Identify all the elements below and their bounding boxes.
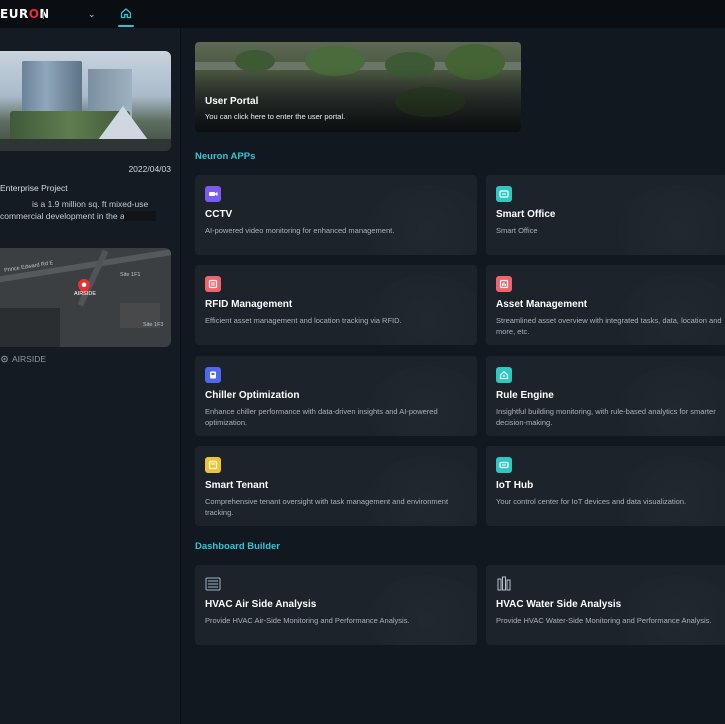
site-selector-value bbox=[48, 9, 86, 19]
user-portal-card[interactable]: User Portal You can click here to enter … bbox=[195, 42, 521, 132]
home-icon bbox=[120, 8, 132, 19]
app-description: Enhance chiller performance with data-dr… bbox=[205, 407, 438, 427]
rfid-icon bbox=[205, 276, 221, 292]
app-title: Rule Engine bbox=[496, 390, 554, 401]
site-selector[interactable]: ⌄ bbox=[48, 6, 100, 22]
app-card-chiller-optimization[interactable]: Chiller Optimization Enhance chiller per… bbox=[195, 356, 477, 436]
iot-icon bbox=[496, 457, 512, 473]
app-title: Smart Tenant bbox=[205, 480, 269, 491]
app-title: Asset Management bbox=[496, 299, 588, 310]
dashboard-card-hvac-water-side[interactable]: HVAC Water Side Analysis Provide HVAC Wa… bbox=[486, 565, 725, 645]
map-site-label: Site 1F3 bbox=[143, 322, 164, 328]
chiller-icon bbox=[205, 367, 221, 383]
section-title-dashboard-builder: Dashboard Builder bbox=[195, 541, 280, 552]
user-portal-title: User Portal bbox=[205, 96, 259, 107]
app-title: Chiller Optimization bbox=[205, 390, 300, 401]
smart-office-icon bbox=[496, 186, 512, 202]
app-title: CCTV bbox=[205, 209, 233, 220]
app-title: Smart Office bbox=[496, 209, 556, 220]
app-card-cctv[interactable]: CCTV AI-powered video monitoring for enh… bbox=[195, 175, 477, 255]
app-card-smart-tenant[interactable]: Smart Tenant Comprehensive tenant oversi… bbox=[195, 446, 477, 526]
hvac-air-icon bbox=[205, 576, 221, 592]
app-description: Your control center for IoT devices and … bbox=[496, 497, 687, 506]
map-site-label: Site 1F1 bbox=[120, 272, 141, 278]
dashboard-card-hvac-air-side[interactable]: HVAC Air Side Analysis Provide HVAC Air-… bbox=[195, 565, 477, 645]
app-card-rfid-management[interactable]: RFID Management Efficient asset manageme… bbox=[195, 265, 477, 345]
app-description: Smart Office bbox=[496, 226, 538, 235]
project-photo bbox=[0, 51, 171, 151]
dashboard-title: HVAC Water Side Analysis bbox=[496, 599, 622, 610]
app-card-rule-engine[interactable]: Rule Engine Insightful building monitori… bbox=[486, 356, 725, 436]
map-pin-label: AIRSIDE bbox=[74, 291, 97, 297]
tab-home[interactable] bbox=[115, 4, 137, 28]
chevron-down-icon: ⌄ bbox=[88, 8, 96, 19]
app-card-smart-office[interactable]: Smart Office Smart Office bbox=[486, 175, 725, 255]
location-map[interactable]: Prince Edward Rd E Site 1F1 Site 1F3 AIR… bbox=[0, 248, 171, 347]
dashboard-title: HVAC Air Side Analysis bbox=[205, 599, 317, 610]
app-card-asset-management[interactable]: Asset Management Streamlined asset overv… bbox=[486, 265, 725, 345]
app-description: AI-powered video monitoring for enhanced… bbox=[205, 226, 395, 235]
rule-engine-icon bbox=[496, 367, 512, 383]
cctv-icon bbox=[205, 186, 221, 202]
user-portal-subtitle: You can click here to enter the user por… bbox=[205, 112, 346, 121]
app-description: Comprehensive tenant oversight with task… bbox=[205, 497, 449, 517]
location-icon bbox=[1, 355, 8, 362]
top-bar: EURON ⌄ bbox=[0, 0, 725, 28]
dashboard-description: Provide HVAC Water-Side Monitoring and P… bbox=[496, 616, 712, 625]
location-tag[interactable]: AIRSIDE bbox=[0, 354, 46, 364]
project-date: 2022/04/03 bbox=[128, 164, 171, 174]
tenant-icon bbox=[205, 457, 221, 473]
app-description: Insightful building monitoring, with rul… bbox=[496, 407, 716, 427]
app-description: Streamlined asset overview with integrat… bbox=[496, 316, 722, 336]
section-title-apps: Neuron APPs bbox=[195, 151, 256, 162]
dashboard-description: Provide HVAC Air-Side Monitoring and Per… bbox=[205, 616, 410, 625]
asset-icon bbox=[496, 276, 512, 292]
app-card-iot-hub[interactable]: IoT Hub Your control center for IoT devi… bbox=[486, 446, 725, 526]
logo-divider bbox=[43, 9, 44, 19]
project-panel: 2022/04/03 Enterprise Project is a 1.9 m… bbox=[0, 28, 181, 724]
app-description: Efficient asset management and location … bbox=[205, 316, 402, 325]
hvac-water-icon bbox=[496, 576, 512, 592]
active-tab-indicator bbox=[118, 25, 134, 27]
project-title: Enterprise Project bbox=[0, 183, 68, 193]
location-label: AIRSIDE bbox=[12, 354, 47, 364]
app-title: IoT Hub bbox=[496, 480, 534, 491]
app-title: RFID Management bbox=[205, 299, 293, 310]
